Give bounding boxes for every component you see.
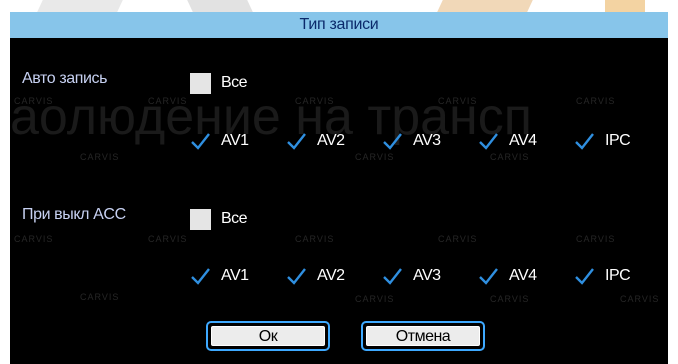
watermark-logo: CARVIS [80,292,120,302]
channel-checkbox[interactable]: AV4 [478,128,537,154]
channel-label: IPC [605,267,631,284]
channel-label: AV1 [221,267,249,284]
watermark-logo: CARVIS [576,234,616,244]
checkmark-icon[interactable] [190,131,211,152]
checkmark-icon[interactable] [286,266,307,287]
cancel-button[interactable]: Отмена [361,321,485,351]
channel-checkbox[interactable]: AV1 [190,128,249,154]
checkmark-icon[interactable] [382,131,403,152]
ok-button-label: Ок [211,326,325,346]
watermark-logo: CARVIS [490,294,530,304]
channel-label: AV4 [509,132,537,149]
checkmark-icon[interactable] [574,266,595,287]
checkmark-icon[interactable] [574,131,595,152]
channel-checkbox[interactable]: AV3 [382,128,441,154]
channel-checkbox[interactable]: IPC [574,263,631,289]
checkmark-icon[interactable] [382,266,403,287]
watermark-logo: CARVIS [14,96,54,106]
checkmark-icon[interactable] [478,131,499,152]
checkbox-box[interactable] [190,208,211,230]
watermark-logo: CARVIS [620,294,660,304]
watermark-logo: CARVIS [80,152,120,162]
watermark-logo: CARVIS [576,96,616,106]
cancel-button-label: Отмена [366,326,480,346]
background-stripe [37,0,123,12]
channel-label: AV4 [509,267,537,284]
auto-record-all-checkbox[interactable]: Все [190,70,248,96]
channel-label: AV2 [317,132,345,149]
checkmark-icon[interactable] [478,266,499,287]
channel-checkbox[interactable]: AV4 [478,263,537,289]
watermark-logo: CARVIS [355,294,395,304]
channel-label: AV3 [413,267,441,284]
acc-off-all-checkbox[interactable]: Все [190,206,248,232]
watermark-logo: CARVIS [148,234,188,244]
auto-record-label: Авто запись [22,70,108,87]
channel-label: AV2 [317,267,345,284]
watermark-logo: CARVIS [438,234,478,244]
watermark-logo: CARVIS [295,96,335,106]
channel-checkbox[interactable]: IPC [574,128,631,154]
ok-button[interactable]: Ок [206,321,330,351]
record-type-dialog: Тип записи аолюдение на трансп CARVIS CA… [10,12,668,364]
checkbox-label: Все [221,210,248,227]
channel-label: AV3 [413,132,441,149]
channel-checkbox[interactable]: AV2 [286,263,345,289]
acc-off-label: При выкл ACC [22,206,126,223]
channel-checkbox[interactable]: AV1 [190,263,249,289]
background-stripe [605,0,645,12]
watermark-logo: CARVIS [295,234,335,244]
checkbox-box[interactable] [190,72,211,94]
dialog-title: Тип записи [10,12,668,38]
background-stripe [187,0,253,12]
watermark-logo: CARVIS [438,96,478,106]
channel-checkbox[interactable]: AV3 [382,263,441,289]
watermark-logo: CARVIS [148,96,188,106]
channel-label: IPC [605,132,631,149]
channel-label: AV1 [221,132,249,149]
channel-checkbox[interactable]: AV2 [286,128,345,154]
background-stripe [437,0,533,12]
checkbox-label: Все [221,74,248,91]
watermark-logo: CARVIS [14,234,54,244]
checkmark-icon[interactable] [286,131,307,152]
checkmark-icon[interactable] [190,266,211,287]
